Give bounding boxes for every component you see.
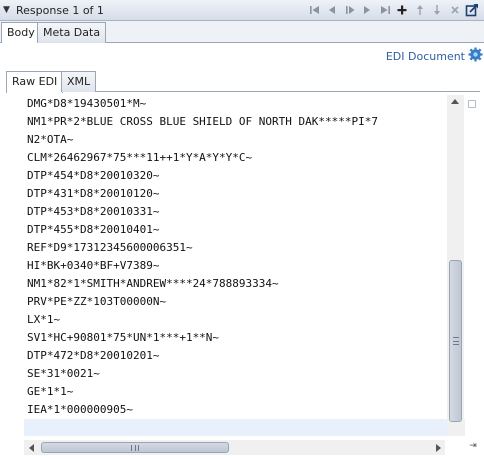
next-icon[interactable] bbox=[359, 2, 375, 18]
vertical-scrollbar[interactable] bbox=[447, 95, 464, 436]
edi-line[interactable]: NM1*82*1*SMITH*ANDREW****24*788893334~ bbox=[24, 275, 465, 293]
move-down-icon[interactable] bbox=[429, 2, 445, 18]
scroll-left-icon[interactable] bbox=[29, 444, 34, 452]
edi-line[interactable]: DTP*455*D8*20010401~ bbox=[24, 221, 465, 239]
edi-line[interactable]: DMG*D8*19430501*M~ bbox=[24, 95, 465, 113]
raw-edi-text-area[interactable]: DMG*D8*19430501*M~ NM1*PR*2*BLUE CROSS BL… bbox=[24, 95, 465, 436]
scroll-up-icon[interactable] bbox=[451, 99, 459, 104]
edi-line[interactable]: DTP*472*D8*20010201~ bbox=[24, 347, 465, 365]
resize-arrow-icon[interactable]: ⇥ bbox=[466, 440, 480, 452]
tab-body[interactable]: Body bbox=[1, 22, 41, 44]
export-icon[interactable] bbox=[464, 2, 480, 18]
scroll-right-icon[interactable] bbox=[436, 444, 441, 452]
last-icon[interactable] bbox=[377, 2, 393, 18]
collapse-triangle-icon[interactable]: ▼ bbox=[3, 5, 15, 15]
scroll-corner-box bbox=[468, 100, 476, 108]
panel-title: Response 1 of 1 bbox=[16, 3, 104, 17]
tab-raw-edi[interactable]: Raw EDI bbox=[6, 71, 64, 93]
edi-line[interactable]: HI*BK+0340*BF+V7389~ bbox=[24, 257, 465, 275]
main-tab-strip: Body Meta Data bbox=[0, 21, 484, 44]
edi-line[interactable]: PRV*PE*ZZ*103T00000N~ bbox=[24, 293, 465, 311]
gear-icon[interactable] bbox=[468, 47, 483, 65]
first-icon[interactable] bbox=[307, 2, 323, 18]
edi-line[interactable]: SE*31*0021~ bbox=[24, 365, 465, 383]
edi-line[interactable]: DTP*454*D8*20010320~ bbox=[24, 167, 465, 185]
edi-line[interactable]: REF*D9*17312345600006351~ bbox=[24, 239, 465, 257]
edi-line[interactable]: N2*OTA~ bbox=[24, 131, 465, 149]
edi-line[interactable]: NM1*PR*2*BLUE CROSS BLUE SHIELD OF NORTH… bbox=[24, 113, 465, 131]
add-icon[interactable] bbox=[394, 2, 410, 18]
horizontal-scroll-thumb[interactable] bbox=[41, 442, 229, 453]
edi-line[interactable]: SV1*HC+90801*75*UN*1***+1**N~ bbox=[24, 329, 465, 347]
response-panel-header: ▼ Response 1 of 1 bbox=[0, 0, 484, 21]
previous-icon[interactable] bbox=[324, 2, 340, 18]
body-tab-content: EDI Document Raw EDI XML DMG*D8*19430501… bbox=[0, 43, 484, 459]
edi-document-link[interactable]: EDI Document bbox=[386, 47, 484, 65]
edi-document-label[interactable]: EDI Document bbox=[386, 50, 465, 63]
tab-xml[interactable]: XML bbox=[61, 71, 97, 92]
vertical-scroll-thumb[interactable] bbox=[449, 260, 462, 422]
play-icon[interactable] bbox=[342, 2, 358, 18]
move-up-icon[interactable] bbox=[412, 2, 428, 18]
edi-line[interactable]: DTP*431*D8*20010120~ bbox=[24, 185, 465, 203]
delete-icon[interactable] bbox=[447, 2, 463, 18]
edi-line[interactable] bbox=[24, 419, 465, 436]
horizontal-scrollbar[interactable] bbox=[24, 440, 445, 455]
edi-line[interactable]: DTP*453*D8*20010331~ bbox=[24, 203, 465, 221]
edi-line[interactable]: GE*1*1~ bbox=[24, 383, 465, 401]
edi-line[interactable]: CLM*26462967*75***11++1*Y*A*Y*Y*C~ bbox=[24, 149, 465, 167]
tab-meta-data[interactable]: Meta Data bbox=[37, 22, 107, 43]
edi-view-tab-strip: Raw EDI XML bbox=[6, 71, 480, 93]
edi-line[interactable]: IEA*1*000000905~ bbox=[24, 401, 465, 419]
response-toolbar bbox=[305, 2, 480, 18]
edi-line[interactable]: LX*1~ bbox=[24, 311, 465, 329]
